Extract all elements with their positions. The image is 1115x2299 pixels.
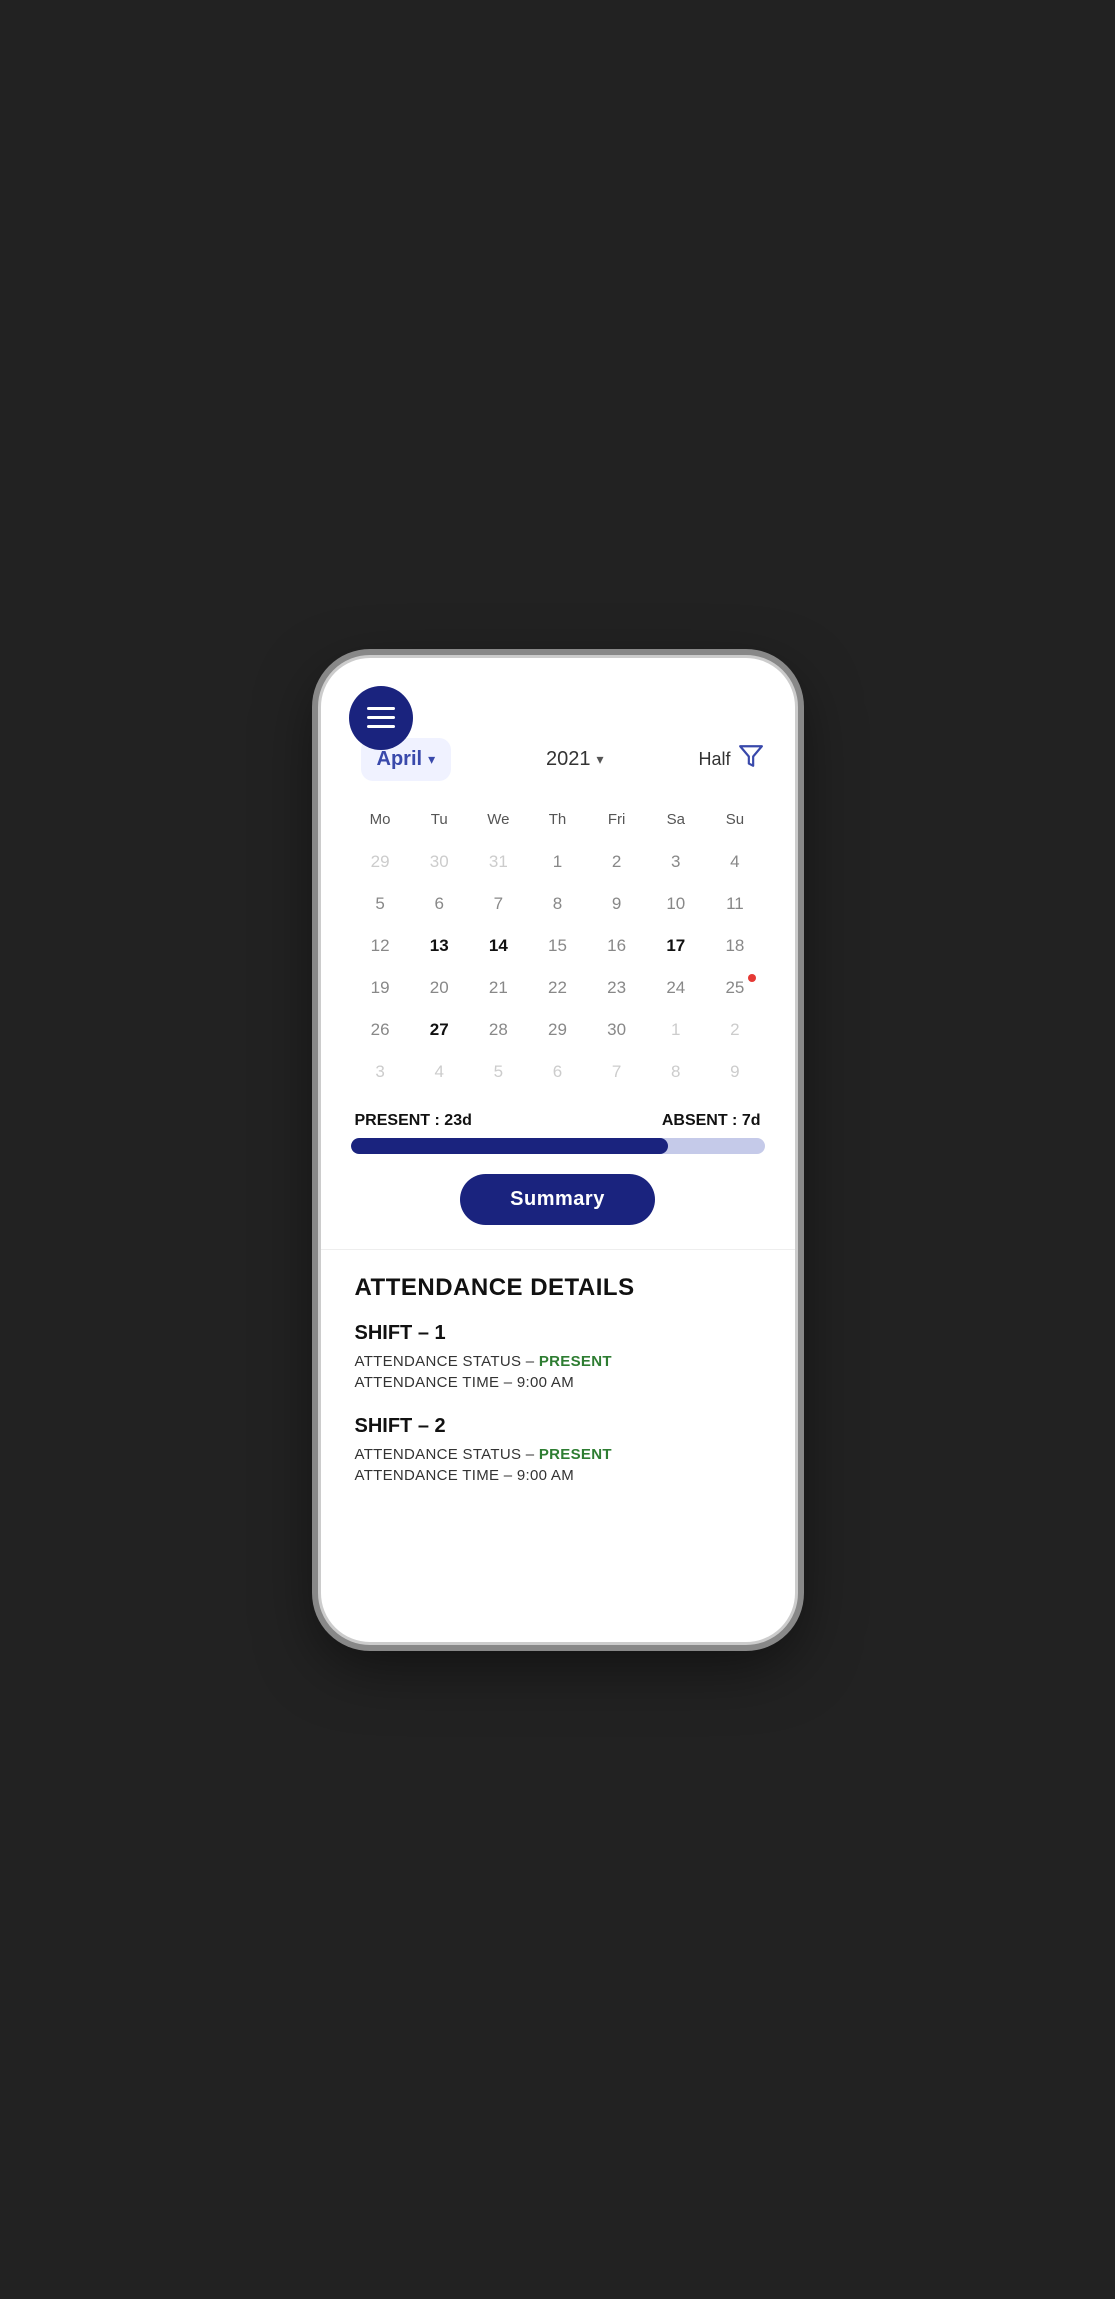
calendar-cell[interactable]: 17 [646,926,705,966]
calendar-cell[interactable]: 26 [351,1010,410,1050]
calendar-cell[interactable]: 9 [705,1052,764,1092]
day-th: Th [528,805,587,834]
shift-1-status: ATTENDANCE STATUS – PRESENT [355,1353,761,1370]
calendar-cell[interactable]: 12 [351,926,410,966]
present-stat: PRESENT : 23d [355,1112,472,1130]
calendar-cell[interactable]: 11 [705,884,764,924]
day-mo: Mo [351,805,410,834]
calendar-cell[interactable]: 30 [410,842,469,882]
shift-2-time: ATTENDANCE TIME – 9:00 AM [355,1467,761,1484]
calendar-header: April ▾ 2021 ▾ Half [351,738,765,781]
year-selector[interactable]: 2021 ▾ [546,748,604,771]
menu-button[interactable] [349,686,413,750]
calendar-cell[interactable]: 1 [528,842,587,882]
half-label: Half [698,749,730,770]
filter-icon[interactable] [738,743,764,775]
shift-1-block: SHIFT – 1 ATTENDANCE STATUS – PRESENT AT… [355,1322,761,1391]
month-label: April [377,748,423,771]
attendance-details-title: ATTENDANCE DETAILS [355,1274,761,1302]
day-fri: Fri [587,805,646,834]
shift-2-status-value: PRESENT [539,1446,612,1463]
calendar-cell[interactable]: 24 [646,968,705,1008]
calendar-cell[interactable]: 29 [351,842,410,882]
calendar-cell[interactable]: 4 [410,1052,469,1092]
calendar-cell[interactable]: 10 [646,884,705,924]
shift-1-time: ATTENDANCE TIME – 9:00 AM [355,1374,761,1391]
calendar-cell[interactable]: 15 [528,926,587,966]
progress-bar [351,1138,765,1154]
calendar-cell[interactable]: 13 [410,926,469,966]
calendar-cell[interactable]: 19 [351,968,410,1008]
shift-2-title: SHIFT – 2 [355,1415,761,1438]
calendar-cell[interactable]: 25 [705,968,764,1008]
calendar-cell[interactable]: 7 [469,884,528,924]
stats-row: PRESENT : 23d ABSENT : 7d [351,1112,765,1130]
calendar-cell[interactable]: 8 [528,884,587,924]
shift-2-status-label: ATTENDANCE STATUS – [355,1446,535,1463]
menu-line-2 [367,716,395,719]
menu-line-1 [367,707,395,710]
calendar-cell[interactable]: 23 [587,968,646,1008]
shift-2-status: ATTENDANCE STATUS – PRESENT [355,1446,761,1463]
year-label: 2021 [546,748,591,771]
phone-shell: April ▾ 2021 ▾ Half Mo Tu We [318,655,798,1645]
phone-content: April ▾ 2021 ▾ Half Mo Tu We [321,658,795,1548]
calendar-cell[interactable]: 22 [528,968,587,1008]
shift-1-title: SHIFT – 1 [355,1322,761,1345]
calendar-cell[interactable]: 20 [410,968,469,1008]
absent-stat: ABSENT : 7d [662,1112,761,1130]
calendar-cell[interactable]: 6 [528,1052,587,1092]
calendar-cell[interactable]: 8 [646,1052,705,1092]
section-divider [321,1249,795,1250]
calendar-cell[interactable]: 28 [469,1010,528,1050]
year-chevron: ▾ [597,751,604,768]
calendar-cell[interactable]: 30 [587,1010,646,1050]
month-chevron: ▾ [428,751,435,768]
calendar-cell[interactable]: 9 [587,884,646,924]
calendar-cell[interactable]: 29 [528,1010,587,1050]
calendar-cell[interactable]: 6 [410,884,469,924]
calendar-cell[interactable]: 3 [351,1052,410,1092]
day-we: We [469,805,528,834]
menu-line-3 [367,725,395,728]
progress-fill [351,1138,669,1154]
attendance-details: ATTENDANCE DETAILS SHIFT – 1 ATTENDANCE … [351,1274,765,1484]
calendar-body: 2930311234567891011121314151617181920212… [351,842,765,1092]
calendar-cell[interactable]: 4 [705,842,764,882]
day-su: Su [705,805,764,834]
shift-1-status-label: ATTENDANCE STATUS – [355,1353,535,1370]
calendar-cell[interactable]: 5 [351,884,410,924]
half-filter[interactable]: Half [698,743,764,775]
calendar-cell[interactable]: 16 [587,926,646,966]
day-sa: Sa [646,805,705,834]
calendar-cell[interactable]: 14 [469,926,528,966]
calendar: Mo Tu We Th Fri Sa Su 293031123456789101… [351,805,765,1092]
calendar-cell[interactable]: 27 [410,1010,469,1050]
shift-1-status-value: PRESENT [539,1353,612,1370]
calendar-cell[interactable]: 18 [705,926,764,966]
shift-2-block: SHIFT – 2 ATTENDANCE STATUS – PRESENT AT… [355,1415,761,1484]
calendar-cell[interactable]: 2 [705,1010,764,1050]
calendar-cell[interactable]: 2 [587,842,646,882]
calendar-cell[interactable]: 21 [469,968,528,1008]
calendar-cell[interactable]: 7 [587,1052,646,1092]
red-dot-indicator [748,974,756,982]
calendar-day-headers: Mo Tu We Th Fri Sa Su [351,805,765,834]
calendar-cell[interactable]: 1 [646,1010,705,1050]
calendar-cell[interactable]: 3 [646,842,705,882]
day-tu: Tu [410,805,469,834]
summary-button[interactable]: Summary [460,1174,655,1225]
calendar-cell[interactable]: 31 [469,842,528,882]
calendar-cell[interactable]: 5 [469,1052,528,1092]
